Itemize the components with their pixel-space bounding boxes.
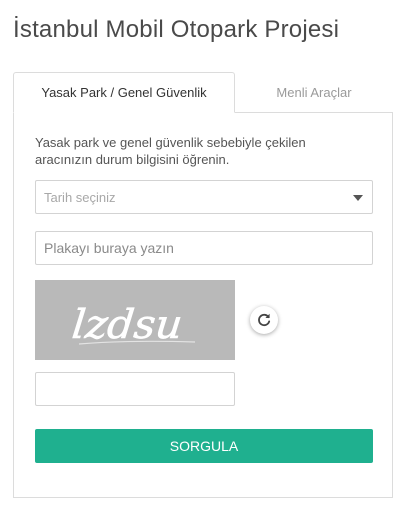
refresh-icon bbox=[258, 313, 271, 327]
plate-input[interactable] bbox=[35, 231, 373, 265]
query-form-panel: Yasak park ve genel güvenlik sebebiyle ç… bbox=[13, 112, 393, 498]
captcha-code-input[interactable] bbox=[35, 372, 235, 406]
date-select[interactable]: Tarih seçiniz bbox=[35, 180, 373, 214]
sorgula-button[interactable]: SORGULA bbox=[35, 429, 373, 463]
tab-yasak-park[interactable]: Yasak Park / Genel Güvenlik bbox=[13, 72, 235, 113]
caret-down-icon bbox=[353, 195, 363, 201]
tab-bar: Yasak Park / Genel Güvenlik Menli Araçla… bbox=[13, 72, 393, 113]
form-description: Yasak park ve genel güvenlik sebebiyle ç… bbox=[35, 135, 306, 167]
captcha-image: lzdsu bbox=[35, 280, 235, 360]
tab-menli-araclar[interactable]: Menli Araçlar bbox=[235, 72, 393, 113]
page-title: İstanbul Mobil Otopark Projesi bbox=[13, 16, 340, 43]
refresh-captcha-button[interactable] bbox=[250, 306, 278, 334]
date-select-placeholder: Tarih seçiniz bbox=[44, 189, 116, 205]
